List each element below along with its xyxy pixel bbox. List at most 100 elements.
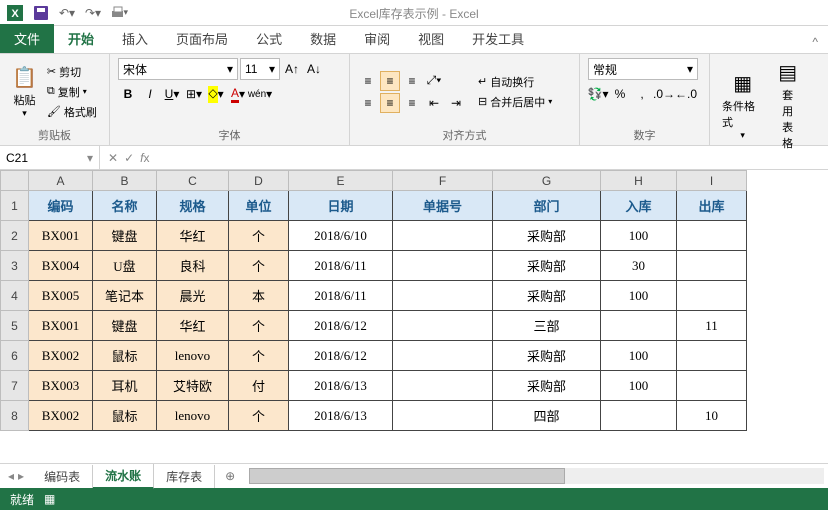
macro-icon[interactable]: ▦	[44, 492, 55, 506]
row-header-8[interactable]: 8	[1, 401, 29, 431]
cell[interactable]: 10	[677, 401, 747, 431]
shrink-font-button[interactable]: A↓	[304, 59, 324, 79]
cell[interactable]: BX001	[29, 311, 93, 341]
cell[interactable]	[677, 281, 747, 311]
tab-data[interactable]: 数据	[296, 24, 350, 53]
add-sheet-button[interactable]: ⊕	[215, 469, 245, 483]
cell[interactable]	[393, 281, 493, 311]
header-cell[interactable]: 规格	[157, 191, 229, 221]
cell[interactable]: BX005	[29, 281, 93, 311]
cell[interactable]: 晨光	[157, 281, 229, 311]
align-right-button[interactable]: ≡	[402, 93, 422, 113]
cell[interactable]: 键盘	[93, 221, 157, 251]
align-bottom-button[interactable]: ≡	[402, 71, 422, 91]
col-header-I[interactable]: I	[677, 171, 747, 191]
copy-button[interactable]: ⧉复制▾	[47, 83, 97, 101]
accounting-button[interactable]: 💱▾	[588, 84, 608, 104]
comma-button[interactable]: ,	[632, 84, 652, 104]
font-color-button[interactable]: A▾	[228, 84, 248, 104]
align-center-button[interactable]: ≡	[380, 93, 400, 113]
cell[interactable]: 三部	[493, 311, 601, 341]
col-header-G[interactable]: G	[493, 171, 601, 191]
col-header-D[interactable]: D	[229, 171, 289, 191]
header-cell[interactable]: 单位	[229, 191, 289, 221]
tab-view[interactable]: 视图	[404, 24, 458, 53]
indent-dec-button[interactable]: ⇤	[424, 93, 444, 113]
cell[interactable]: 2018/6/11	[289, 251, 393, 281]
col-header-A[interactable]: A	[29, 171, 93, 191]
cell[interactable]	[677, 371, 747, 401]
cell[interactable]: BX002	[29, 341, 93, 371]
cell[interactable]: 键盘	[93, 311, 157, 341]
number-format-combo[interactable]: 常规▾	[588, 58, 698, 80]
tab-layout[interactable]: 页面布局	[162, 24, 242, 53]
cancel-icon[interactable]: ✕	[108, 151, 118, 165]
cell[interactable]: 100	[601, 221, 677, 251]
cut-button[interactable]: ✂剪切	[47, 63, 97, 81]
header-cell[interactable]: 名称	[93, 191, 157, 221]
cell[interactable]: 100	[601, 371, 677, 401]
cell[interactable]	[393, 311, 493, 341]
cell[interactable]: 付	[229, 371, 289, 401]
cell[interactable]: 采购部	[493, 251, 601, 281]
font-name-combo[interactable]: 宋体▾	[118, 58, 238, 80]
save-icon[interactable]	[32, 4, 50, 22]
orientation-button[interactable]: ⤢▾	[424, 71, 444, 91]
cell[interactable]: 个	[229, 311, 289, 341]
cell[interactable]: 11	[677, 311, 747, 341]
col-header-E[interactable]: E	[289, 171, 393, 191]
cell[interactable]: BX004	[29, 251, 93, 281]
header-cell[interactable]: 编码	[29, 191, 93, 221]
cell[interactable]: 个	[229, 221, 289, 251]
cell[interactable]: 2018/6/11	[289, 281, 393, 311]
cell[interactable]: 良科	[157, 251, 229, 281]
row-header-6[interactable]: 6	[1, 341, 29, 371]
sheet-tab-3[interactable]: 库存表	[154, 465, 215, 488]
cell[interactable]: 耳机	[93, 371, 157, 401]
cell[interactable]: 华红	[157, 221, 229, 251]
cell[interactable]	[393, 341, 493, 371]
cell[interactable]	[393, 221, 493, 251]
cell[interactable]: 2018/6/13	[289, 371, 393, 401]
fx-icon[interactable]: fx	[140, 151, 149, 165]
cell[interactable]	[393, 401, 493, 431]
collapse-ribbon-icon[interactable]: ^	[802, 31, 828, 53]
redo-icon[interactable]: ↷▾	[84, 4, 102, 22]
col-header-B[interactable]: B	[93, 171, 157, 191]
header-cell[interactable]: 单据号	[393, 191, 493, 221]
cell[interactable]: 2018/6/10	[289, 221, 393, 251]
cell[interactable]: lenovo	[157, 341, 229, 371]
cell[interactable]: 鼠标	[93, 401, 157, 431]
cell[interactable]	[393, 371, 493, 401]
cell[interactable]: 100	[601, 341, 677, 371]
cell[interactable]: 个	[229, 401, 289, 431]
dec-decimal-button[interactable]: ←.0	[676, 84, 696, 104]
fill-color-button[interactable]: ◇▾	[206, 84, 226, 104]
name-box[interactable]: C21▾	[0, 146, 100, 169]
sheet-nav-first-icon[interactable]: ◂	[8, 469, 14, 483]
cell[interactable]	[601, 311, 677, 341]
cell[interactable]: U盘	[93, 251, 157, 281]
cell[interactable]	[677, 341, 747, 371]
row-header-3[interactable]: 3	[1, 251, 29, 281]
cell[interactable]: 个	[229, 251, 289, 281]
cell[interactable]: 个	[229, 341, 289, 371]
align-middle-button[interactable]: ≡	[380, 71, 400, 91]
cond-format-button[interactable]: ▦ 条件格式▾	[718, 58, 767, 153]
col-header-F[interactable]: F	[393, 171, 493, 191]
tab-home[interactable]: 开始	[54, 24, 108, 53]
cell[interactable]: 采购部	[493, 281, 601, 311]
row-header-7[interactable]: 7	[1, 371, 29, 401]
row-header-4[interactable]: 4	[1, 281, 29, 311]
cell[interactable]: 鼠标	[93, 341, 157, 371]
sheet-tab-2[interactable]: 流水账	[93, 464, 154, 489]
merge-center-button[interactable]: ⊟合并后居中▾	[478, 93, 552, 111]
align-top-button[interactable]: ≡	[358, 71, 378, 91]
indent-inc-button[interactable]: ⇥	[446, 93, 466, 113]
cell[interactable]: 2018/6/12	[289, 311, 393, 341]
tab-formulas[interactable]: 公式	[242, 24, 296, 53]
cell[interactable]	[677, 251, 747, 281]
italic-button[interactable]: I	[140, 84, 160, 104]
row-header-5[interactable]: 5	[1, 311, 29, 341]
header-cell[interactable]: 日期	[289, 191, 393, 221]
